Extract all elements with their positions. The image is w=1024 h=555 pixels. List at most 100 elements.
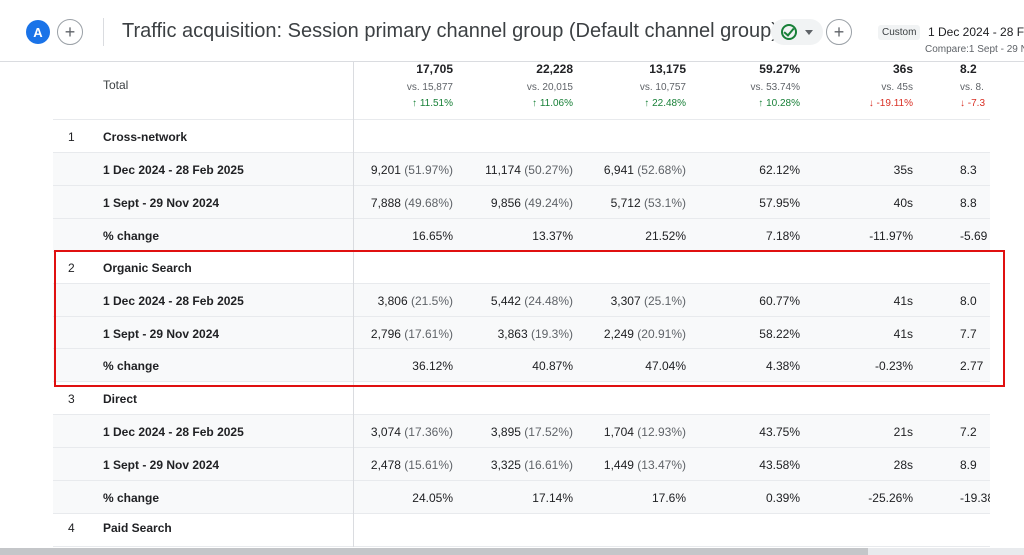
row-number: 2 xyxy=(68,261,75,275)
compare-range: Compare:1 Sept - 29 Nov 2024 xyxy=(925,44,1024,55)
scrollbar-thumb[interactable] xyxy=(0,548,868,555)
total-vs: vs. 45s xyxy=(881,82,913,93)
period-label: 1 Sept - 29 Nov 2024 xyxy=(103,196,220,210)
cell-value: 8.3 xyxy=(960,163,977,177)
report-header: A + Traffic acquisition: Session primary… xyxy=(0,0,1024,62)
cell-value: 7.7 xyxy=(960,327,977,341)
cell-value: 0.39% xyxy=(765,491,800,505)
period-label: 1 Dec 2024 - 28 Feb 2025 xyxy=(103,163,244,177)
row-number: 1 xyxy=(68,130,75,144)
cell-value: 8.8 xyxy=(960,196,977,210)
total-value: 8.2 xyxy=(960,62,977,76)
total-value: 36s xyxy=(892,62,913,76)
channel-row-paid-search[interactable]: 4 Paid Search xyxy=(53,514,990,547)
custom-badge: Custom xyxy=(878,25,921,40)
add-comparison-button[interactable]: + xyxy=(57,19,83,45)
cell-value: 3,325 (16.61%) xyxy=(490,458,573,472)
cell-value: 7.18% xyxy=(765,229,800,243)
total-row: Total 17,705 vs. 15,877 ↑ 11.51% 22,228 … xyxy=(53,62,990,120)
cell-value: -0.23% xyxy=(874,359,913,373)
channel-row-organic-search[interactable]: 2 Organic Search xyxy=(53,252,990,284)
total-col-5: 36s vs. 45s ↓ -19.11% xyxy=(869,62,913,109)
date-range-picker[interactable]: 1 Dec 2024 - 28 Feb 2025 xyxy=(928,25,1024,39)
account-avatar[interactable]: A xyxy=(26,20,50,44)
period-label: 1 Sept - 29 Nov 2024 xyxy=(103,327,220,341)
total-change: ↑ 11.51% xyxy=(412,98,453,109)
channel-row-cross-network[interactable]: 1 Cross-network xyxy=(53,120,990,153)
period-label: 1 Sept - 29 Nov 2024 xyxy=(103,458,220,472)
cell-value: 43.58% xyxy=(759,458,800,472)
cell-value: 8.0 xyxy=(960,294,977,308)
cell-value: 40.87% xyxy=(532,359,573,373)
data-table: Total 17,705 vs. 15,877 ↑ 11.51% 22,228 … xyxy=(53,62,990,547)
cell-value: 28s xyxy=(893,458,913,472)
cell-value: 9,201 (51.97%) xyxy=(370,163,453,177)
change-label: % change xyxy=(103,359,160,373)
total-value: 59.27% xyxy=(759,62,800,76)
total-vs: vs. 53.74% xyxy=(750,82,800,93)
cell-value: 3,806 (21.5%) xyxy=(377,294,453,308)
cell-value: 24.05% xyxy=(412,491,453,505)
cell-value: 5,442 (24.48%) xyxy=(490,294,573,308)
table-row: % change 24.05% 17.14% 17.6% 0.39% -25.2… xyxy=(53,481,990,514)
cell-value: 16.65% xyxy=(412,229,453,243)
cell-value: 40s xyxy=(893,196,913,210)
add-button[interactable]: + xyxy=(826,19,852,45)
cell-value: 60.77% xyxy=(759,294,800,308)
cell-value: -5.69 xyxy=(960,229,988,243)
total-change: ↓ -7.3 xyxy=(960,98,986,109)
cell-value: 3,863 (19.3%) xyxy=(497,327,573,341)
total-col-3: 13,175 vs. 10,757 ↑ 22.48% xyxy=(640,62,686,109)
total-label: Total xyxy=(103,78,129,92)
period-label: 1 Dec 2024 - 28 Feb 2025 xyxy=(103,425,244,439)
cell-value: 13.37% xyxy=(532,229,573,243)
cell-value: 7,888 (49.68%) xyxy=(370,196,453,210)
cell-value: 3,307 (25.1%) xyxy=(610,294,686,308)
total-vs: vs. 8. xyxy=(960,82,984,93)
total-col-1: 17,705 vs. 15,877 ↑ 11.51% xyxy=(407,62,453,109)
channel-row-direct[interactable]: 3 Direct xyxy=(53,382,990,415)
cell-value: 2,478 (15.61%) xyxy=(370,458,453,472)
table-row: % change 16.65% 13.37% 21.52% 7.18% -11.… xyxy=(53,219,990,252)
table-row: 1 Sept - 29 Nov 2024 7,888 (49.68%) 9,85… xyxy=(53,186,990,219)
cell-value: 17.6% xyxy=(651,491,686,505)
plus-icon: + xyxy=(833,22,845,42)
cell-value: 47.04% xyxy=(645,359,686,373)
table-row: % change 36.12% 40.87% 47.04% 4.38% -0.2… xyxy=(53,349,990,382)
cell-value: 4.38% xyxy=(765,359,800,373)
total-value: 17,705 xyxy=(416,62,453,76)
channel-name: Cross-network xyxy=(103,130,188,144)
total-value: 22,228 xyxy=(536,62,573,76)
cell-value: 2,796 (17.61%) xyxy=(370,327,453,341)
total-change: ↓ -19.11% xyxy=(868,98,913,109)
cell-value: 3,895 (17.52%) xyxy=(490,425,573,439)
cell-value: 43.75% xyxy=(759,425,800,439)
table-row: 1 Sept - 29 Nov 2024 2,478 (15.61%) 3,32… xyxy=(53,448,990,481)
page-title: Traffic acquisition: Session primary cha… xyxy=(122,20,778,42)
status-dropdown[interactable] xyxy=(771,19,823,45)
cell-value: 2,249 (20.91%) xyxy=(603,327,686,341)
change-label: % change xyxy=(103,491,160,505)
total-vs: vs. 20,015 xyxy=(526,82,573,93)
cell-value: 11,174 (50.27%) xyxy=(485,163,573,177)
total-change: ↑ 10.28% xyxy=(758,98,800,109)
cell-value: 9,856 (49.24%) xyxy=(490,196,573,210)
channel-name: Organic Search xyxy=(103,261,192,275)
total-col-2: 22,228 vs. 20,015 ↑ 11.06% xyxy=(527,62,573,109)
cell-value: 21.52% xyxy=(645,229,686,243)
cell-value: 36.12% xyxy=(412,359,453,373)
cell-value: 7.2 xyxy=(960,425,977,439)
cell-value: 17.14% xyxy=(532,491,573,505)
table-row: 1 Dec 2024 - 28 Feb 2025 3,074 (17.36%) … xyxy=(53,415,990,448)
period-label: 1 Dec 2024 - 28 Feb 2025 xyxy=(103,294,244,308)
total-vs: vs. 10,757 xyxy=(639,82,686,93)
row-number: 4 xyxy=(68,521,75,535)
plus-icon: + xyxy=(64,22,76,42)
header-divider xyxy=(103,18,104,46)
cell-value: 6,941 (52.68%) xyxy=(603,163,686,177)
cell-value: 1,449 (13.47%) xyxy=(603,458,686,472)
row-number: 3 xyxy=(68,392,75,406)
cell-value: 1,704 (12.93%) xyxy=(603,425,686,439)
change-label: % change xyxy=(103,229,160,243)
cell-value: -25.26% xyxy=(868,491,913,505)
